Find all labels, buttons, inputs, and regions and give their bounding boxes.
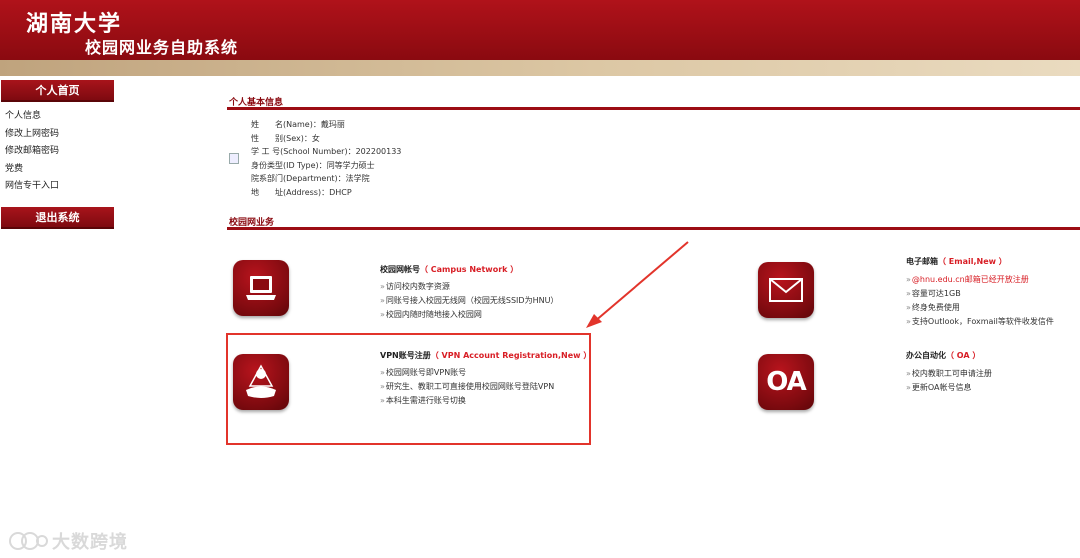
envelope-icon[interactable]: [758, 262, 814, 318]
avatar: [229, 153, 239, 164]
oa-icon-label: OA: [766, 367, 807, 397]
email-features: @hnu.edu.cn邮箱已经开放注册 容量可达1GB 终身免费使用 支持Out…: [906, 273, 1054, 329]
watermark-logo-icon: [9, 532, 48, 550]
laptop-icon[interactable]: [233, 260, 289, 316]
sidebar-item-change-net-password[interactable]: 修改上网密码: [5, 126, 59, 144]
oa-icon[interactable]: OA: [758, 354, 814, 410]
info-row-sex: 性 别(Sex)：女: [251, 133, 320, 143]
list-item: 校内教职工可申请注册: [906, 367, 992, 381]
oa-features: 校内教职工可申请注册 更新OA帐号信息: [906, 367, 992, 395]
header-banner: 湖南大学 校园网业务自助系统: [0, 0, 1080, 60]
watermark: 大数跨境: [8, 528, 128, 554]
info-row-school-number: 学 工 号(School Number)：202200133: [251, 147, 402, 156]
list-item: 更新OA帐号信息: [906, 381, 992, 395]
sidebar-item-cyber-admin[interactable]: 网信专干入口: [5, 178, 59, 196]
list-item: 支持Outlook，Foxmail等软件收发信件: [906, 315, 1054, 329]
vpn-highlight-box: [226, 333, 591, 445]
personal-info-rule: [227, 107, 1080, 110]
watermark-text: 大数跨境: [52, 532, 128, 553]
email-title[interactable]: 电子邮箱（ Email,New ）: [906, 256, 1007, 267]
annotation-arrow: [586, 241, 689, 328]
oa-title[interactable]: 办公自动化（ OA ）: [906, 350, 980, 361]
sidebar-item-party-fee[interactable]: 党费: [5, 161, 59, 179]
sidebar-item-personal-info[interactable]: 个人信息: [5, 108, 59, 126]
list-item: 同账号接入校园无线网（校园无线SSID为HNU）: [380, 294, 559, 308]
sidebar-menu: 个人信息 修改上网密码 修改邮箱密码 党费 网信专干入口: [5, 108, 59, 196]
system-title: 校园网业务自助系统: [85, 38, 239, 57]
info-row-address: 地 址(Address)：DHCP: [251, 187, 352, 197]
info-row-name: 姓 名(Name)：戴玛丽: [251, 120, 345, 129]
list-item: @hnu.edu.cn邮箱已经开放注册: [906, 273, 1054, 287]
campus-network-features: 访问校内数字资源 同账号接入校园无线网（校园无线SSID为HNU） 校园内随时随…: [380, 280, 559, 322]
personal-info-list: 姓 名(Name)：戴玛丽 性 别(Sex)：女 学 工 号(School Nu…: [251, 118, 401, 199]
sidebar-logout-button[interactable]: 退出系统: [1, 207, 114, 229]
list-item: 访问校内数字资源: [380, 280, 558, 294]
info-row-department: 院系部门(Department)：法学院: [251, 174, 370, 183]
services-rule: [227, 227, 1080, 230]
campus-network-title[interactable]: 校园网帐号（ Campus Network ）: [380, 264, 518, 275]
list-item: 容量可达1GB: [906, 287, 1054, 301]
list-item: 校园内随时随地接入校园网: [380, 308, 558, 322]
sidebar-item-change-mail-password[interactable]: 修改邮箱密码: [5, 143, 59, 161]
list-item: 终身免费使用: [906, 301, 1054, 315]
info-row-id-type: 身份类型(ID Type)：同等学力硕士: [251, 160, 375, 170]
sidebar-home-button[interactable]: 个人首页: [1, 80, 114, 102]
header-divider: [0, 60, 1080, 76]
